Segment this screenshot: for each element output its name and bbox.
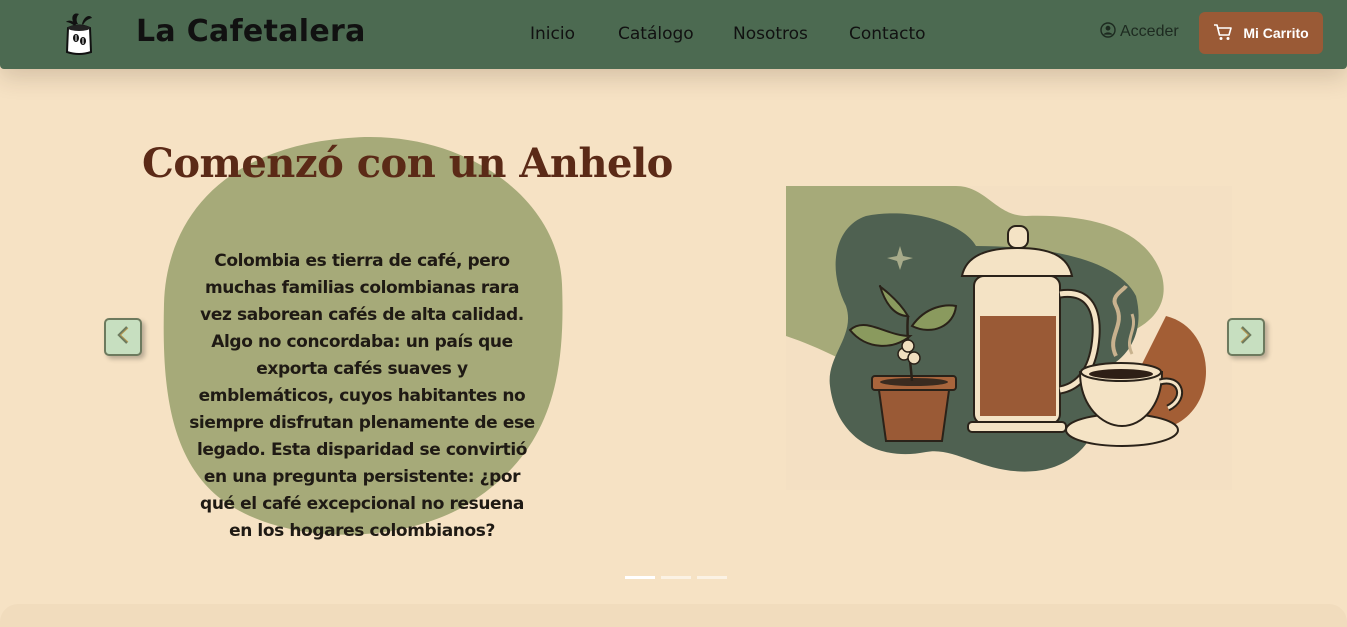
hero-title: Comenzó con un Anhelo xyxy=(142,140,673,187)
cart-button[interactable]: Mi Carrito xyxy=(1199,12,1323,54)
chevron-right-icon xyxy=(1238,325,1254,350)
carousel-indicator-2[interactable] xyxy=(661,576,691,579)
chevron-left-icon xyxy=(115,325,131,350)
cart-label: Mi Carrito xyxy=(1243,25,1309,41)
brand-name[interactable]: La Cafetalera xyxy=(136,14,366,49)
next-section-panel xyxy=(0,604,1347,627)
nav-link-inicio[interactable]: Inicio xyxy=(530,24,575,44)
login-label: Acceder xyxy=(1120,23,1179,40)
user-circle-icon xyxy=(1100,21,1116,43)
carousel-indicator-1[interactable] xyxy=(625,576,655,579)
carousel-next-button[interactable] xyxy=(1227,318,1265,356)
carousel-indicator-3[interactable] xyxy=(697,576,727,579)
carousel-prev-button[interactable] xyxy=(104,318,142,356)
top-navbar: La Cafetalera Inicio Catálogo Nosotros C… xyxy=(0,0,1347,69)
coffee-press-plant-cup-illustration xyxy=(786,186,1232,490)
nav-link-nosotros[interactable]: Nosotros xyxy=(733,24,808,44)
cart-icon xyxy=(1213,23,1233,44)
nav-link-contacto[interactable]: Contacto xyxy=(849,24,926,44)
hero-body-text: Colombia es tierra de café, pero muchas … xyxy=(189,251,535,541)
nav-link-catalogo[interactable]: Catálogo xyxy=(618,24,694,44)
carousel-indicators xyxy=(625,576,727,579)
coffee-sack-logo-icon[interactable] xyxy=(60,10,98,56)
login-link[interactable]: Acceder xyxy=(1100,21,1179,43)
